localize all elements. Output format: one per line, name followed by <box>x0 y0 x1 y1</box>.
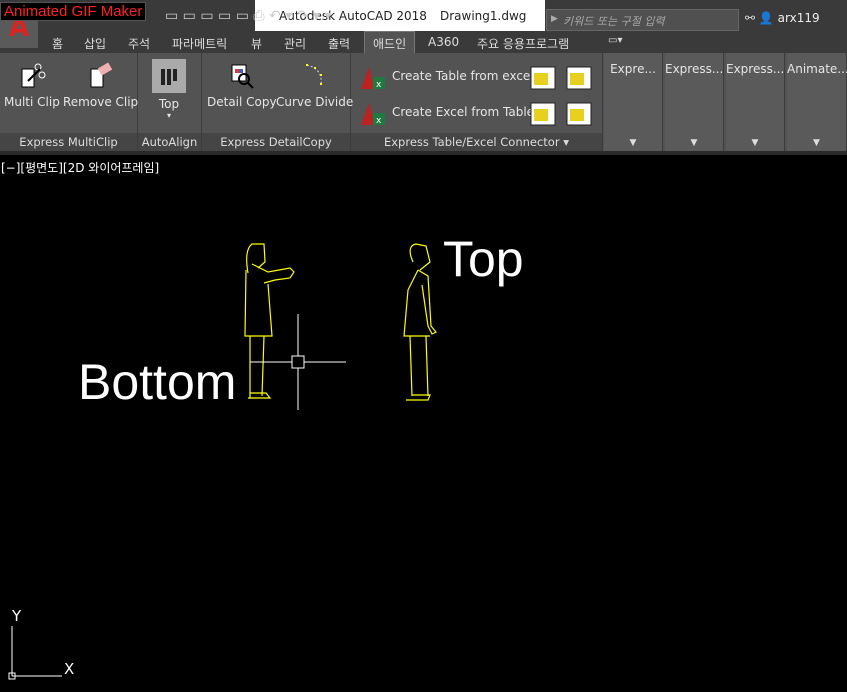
person-figure-left <box>244 243 295 399</box>
ucs-icon <box>8 626 62 680</box>
crosshair-cursor <box>250 314 346 410</box>
overlay-label: Animated GIF Maker <box>0 2 147 21</box>
ucs-y-label: Y <box>11 607 22 625</box>
drawing-figures: Y X <box>8 243 437 680</box>
person-figure-right <box>403 243 437 401</box>
ucs-x-label: X <box>64 660 74 678</box>
